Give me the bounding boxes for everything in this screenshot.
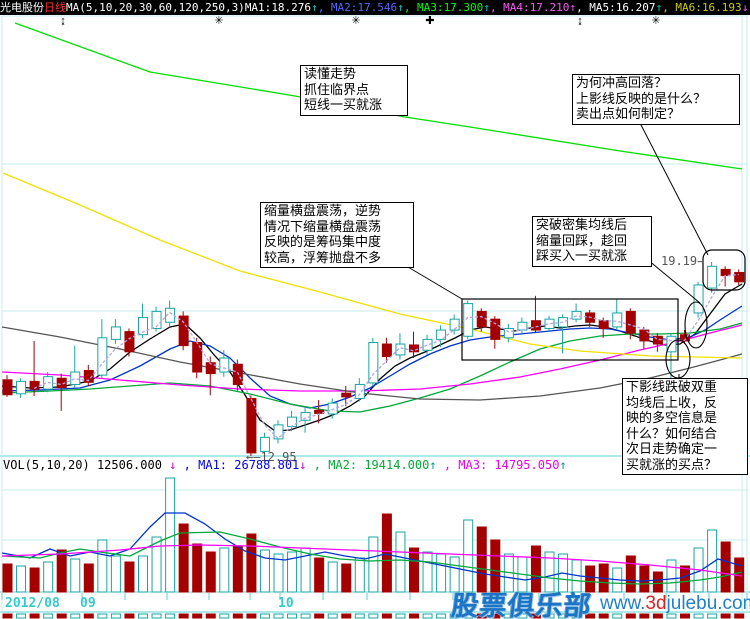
stock-name: 光电股份 (0, 0, 44, 15)
note-lower-shadow-q: 下影线跌破双重 均线后上收，反 映的多空信息是 什么？如何结合 次日走势确定一 … (622, 378, 748, 475)
price-label-high: 19.19→ (661, 254, 704, 268)
ma-item-2: , MA2: 17.546↑ (318, 0, 404, 15)
header-bar: 光电股份 日线 MA(5,10,20,30,60,120,250,3) MA1:… (0, 0, 750, 15)
vol-value: 12506.000 (97, 458, 162, 472)
note-read-trend: 读懂走势 抓住临界点 短线一买就涨 (300, 65, 408, 116)
date-label-aug: 2012/08 (5, 596, 60, 611)
vol-ma-3: , MA3: 14795.050↑ (444, 458, 567, 472)
svg-text:↨: ↨ (60, 15, 66, 27)
ma-item-4: , MA4: 17.210↑ (490, 0, 576, 15)
note-upper-shadow-q: 为何冲高回落？ 上影线反映的是什么？ 卖出点如何制定？ (572, 74, 740, 125)
volume-indicator-row: VOL(5,10,20) 12506.000 ↓ , MA1: 26788.80… (3, 458, 567, 472)
date-label-oct: 10 (278, 596, 294, 611)
svg-text:✳: ✳ (651, 15, 660, 27)
watermark-url: www.3djulebu.com (600, 593, 750, 615)
note-consolidation: 缩量横盘震荡，逆势 情况下缩量横盘震荡 反映的是筹码集中度 较高，浮筹抛盘不多 (260, 202, 414, 268)
ma-item-5: , MA5: 16.207↑ (576, 0, 662, 15)
ma-item-6: , MA6: 16.193↓ (662, 0, 748, 15)
svg-text:✳: ✳ (214, 15, 223, 27)
period-selector[interactable]: 日线 (44, 0, 66, 15)
vol-ma-2: , MA2: 19414.000↑ (314, 458, 437, 472)
watermark-brand: 股票俱乐部 (450, 584, 594, 619)
ma-params: MA(5,10,20,30,60,120,250,3) (66, 0, 245, 15)
ma-item-1: MA1: 18.276↑ (245, 0, 318, 15)
stock-app-window: ↨ ✳ ✳ ✚ ↨ ✳ 光电股份 日线 MA(5,10,20,30,60,120,250,… (0, 0, 750, 619)
svg-text:✳: ✳ (351, 15, 360, 27)
vol-label: VOL(5,10,20) (3, 458, 90, 472)
note-breakout-pullback: 突破密集均线后 缩量回踩，趁回 踩买入一买就涨 (532, 216, 652, 267)
ma-item-3: , MA3: 17.300↑ (404, 0, 490, 15)
svg-text:✚: ✚ (425, 15, 434, 27)
vol-ma-1: , MA1: 26788.801↓ (184, 458, 307, 472)
watermark: 股票俱乐部 www.3djulebu.com (452, 584, 750, 619)
svg-text:↨: ↨ (577, 15, 583, 27)
date-label-sep: 09 (80, 596, 96, 611)
